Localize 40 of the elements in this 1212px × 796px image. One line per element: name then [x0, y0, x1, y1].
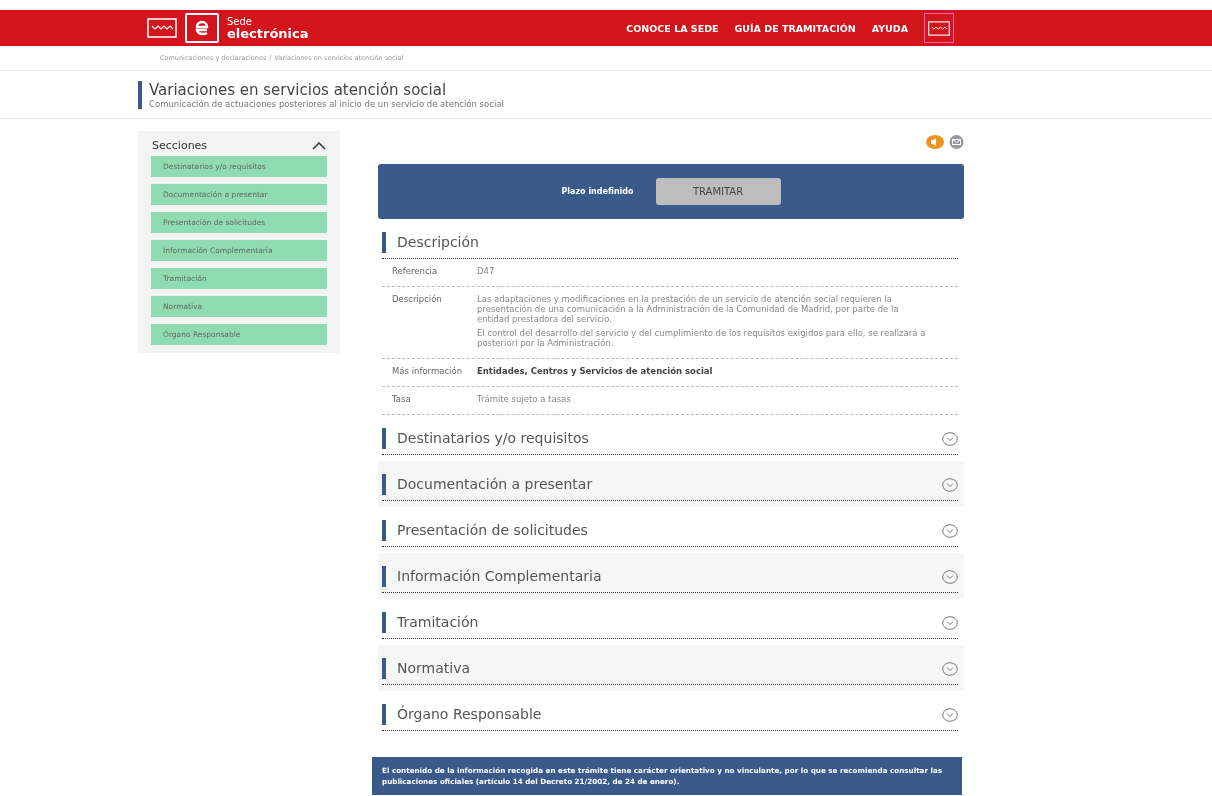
- section-heading[interactable]: Presentación de solicitudes: [382, 520, 588, 541]
- expand-icon[interactable]: [942, 707, 958, 722]
- deadline-text: Plazo indefinido: [561, 187, 634, 196]
- logo-text: Sede: [227, 16, 253, 27]
- expand-icon[interactable]: [942, 569, 958, 584]
- section-heading: Descripción: [382, 232, 479, 253]
- section-heading[interactable]: Destinatarios y/o requisitos: [382, 428, 589, 449]
- flag-logo-icon: [147, 18, 177, 38]
- field-label: Referencia: [392, 266, 439, 276]
- sections-title: Secciones: [152, 139, 208, 152]
- nav-link[interactable]: CONOCE LA SEDE: [626, 22, 719, 34]
- field-label: Más información: [392, 366, 464, 376]
- nav-link[interactable]: GUÍA DE TRAMITACIÓN: [734, 22, 856, 34]
- section-heading[interactable]: Normativa: [382, 658, 470, 679]
- field-label: Descripción: [392, 294, 443, 306]
- region-logo-icon: [924, 13, 954, 43]
- section-heading[interactable]: Órgano Responsable: [382, 704, 542, 725]
- page-title: Variaciones en servicios atención social: [149, 81, 448, 99]
- logo-text: electrónica: [227, 26, 309, 40]
- field-value: Trámite sujeto a tasas: [477, 394, 571, 404]
- expand-icon[interactable]: [942, 431, 958, 446]
- expand-icon[interactable]: [942, 661, 958, 676]
- section-heading[interactable]: Tramitación: [382, 612, 479, 633]
- e-logo-icon: [185, 13, 219, 43]
- audio-icon[interactable]: [926, 135, 944, 149]
- expand-icon[interactable]: [942, 615, 958, 630]
- info-link[interactable]: Entidades, Centros y Servicios de atención social: [477, 366, 713, 376]
- collapse-chevron-icon[interactable]: [312, 141, 326, 150]
- section-heading[interactable]: Documentación a presentar: [382, 474, 593, 495]
- field-value: El control del desarrollo del servicio y del cumplimiento de los requisitos exigidos para ello, se realizará a posteriori por la Administración.: [477, 328, 927, 348]
- field-label: Tasa: [392, 394, 412, 404]
- field-value: D47: [477, 266, 495, 276]
- page-subtitle: Comunicación de actuaciones posteriores al inicio de un servicio de atención social: [149, 99, 505, 109]
- expand-icon[interactable]: [942, 523, 958, 538]
- expand-icon[interactable]: [942, 477, 958, 492]
- field-value: Las adaptaciones y modificaciones en la prestación de un servicio de atención social requieren la presentación de una comunicación a la Administración de la Comunidad de Madrid, por parte de la entidad prestadora del servicio.: [477, 294, 900, 324]
- process-button[interactable]: TRAMITAR: [655, 178, 781, 205]
- section-heading[interactable]: Información Complementaria: [382, 566, 602, 587]
- email-icon[interactable]: [949, 135, 964, 149]
- nav-link[interactable]: AYUDA: [871, 22, 908, 34]
